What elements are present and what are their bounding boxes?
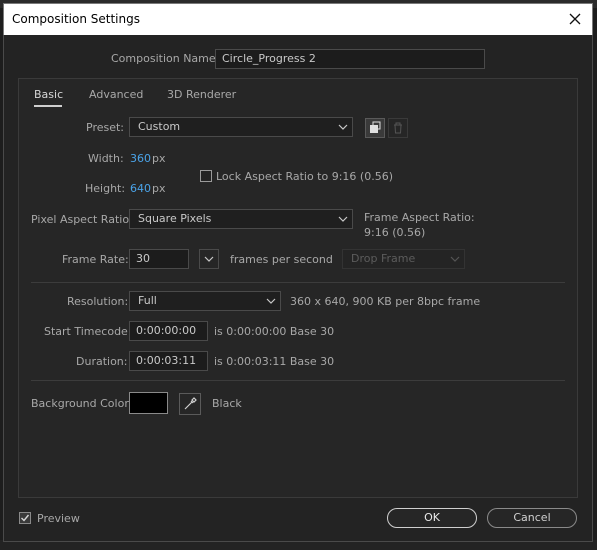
preset-label: Preset: [86,121,125,134]
settings-panel: Basic Advanced 3D Renderer Preset: Custo… [18,78,578,498]
width-unit: px [152,152,166,165]
preset-value: Custom [138,120,181,133]
duration-field[interactable]: 0:00:03:11 [129,351,208,371]
active-tab-indicator [34,105,62,107]
pixel-aspect-dropdown[interactable]: Square Pixels [129,209,353,229]
composition-settings-dialog: Composition Name: Circle_Progress 2 Basi… [3,35,593,542]
window-title: Composition Settings [12,12,140,26]
preview-checkbox[interactable] [19,512,31,524]
duration-label: Duration: [76,355,128,368]
start-timecode-label: Start Timecode: [44,325,132,338]
height-value[interactable]: 640 [130,182,151,195]
background-color-swatch[interactable] [129,392,168,414]
ok-button[interactable]: OK [387,508,477,528]
tab-basic[interactable]: Basic [34,88,63,101]
pixel-aspect-value: Square Pixels [138,212,212,225]
width-label: Width: [88,152,124,165]
duration-info: is 0:00:03:11 Base 30 [214,355,335,368]
chevron-down-icon [204,256,214,262]
width-value[interactable]: 360 [130,152,151,165]
start-timecode-field[interactable]: 0:00:00:00 [129,321,208,341]
eyedropper-icon [184,397,197,410]
delete-preset-button[interactable] [388,118,408,138]
frame-aspect-value: 9:16 (0.56) [364,226,426,239]
resolution-value: Full [138,294,157,307]
preset-dropdown[interactable]: Custom [129,117,353,137]
trash-icon [394,122,402,134]
save-preset-icon [370,121,381,133]
frame-aspect-label: Frame Aspect Ratio: [364,211,475,224]
drop-frame-dropdown: Drop Frame [342,249,465,269]
close-icon[interactable] [564,8,586,30]
save-preset-button[interactable] [365,118,385,138]
tab-3d-renderer[interactable]: 3D Renderer [167,88,236,101]
comp-name-label: Composition Name: [111,52,220,65]
divider [31,282,565,283]
comp-name-field[interactable]: Circle_Progress 2 [215,49,485,69]
eyedropper-button[interactable] [179,393,201,415]
frame-rate-field[interactable]: 30 [129,249,189,269]
background-color-label: Background Color: [31,397,133,410]
divider [31,380,565,381]
preview-label: Preview [37,512,80,525]
chevron-down-icon [266,298,276,304]
resolution-info: 360 x 640, 900 KB per 8bpc frame [290,295,481,308]
pixel-aspect-label: Pixel Aspect Ratio: [31,213,133,226]
frame-rate-dropdown-button[interactable] [199,249,219,269]
lock-aspect-checkbox[interactable] [200,170,212,182]
chevron-down-icon [338,216,348,222]
lock-aspect-label: Lock Aspect Ratio to 9:16 (0.56) [216,170,393,183]
height-label: Height: [85,182,126,195]
chevron-down-icon [450,256,460,262]
cancel-button[interactable]: Cancel [487,508,577,528]
resolution-label: Resolution: [67,295,129,308]
tab-advanced[interactable]: Advanced [89,88,143,101]
resolution-dropdown[interactable]: Full [129,291,281,311]
chevron-down-icon [338,124,348,130]
drop-frame-value: Drop Frame [351,252,416,265]
frame-rate-unit: frames per second [230,253,333,266]
title-bar: Composition Settings [3,3,593,35]
frame-rate-label: Frame Rate: [62,253,129,266]
check-icon [21,514,30,522]
background-color-name: Black [212,397,242,410]
height-unit: px [152,182,166,195]
start-timecode-info: is 0:00:00:00 Base 30 [214,325,335,338]
